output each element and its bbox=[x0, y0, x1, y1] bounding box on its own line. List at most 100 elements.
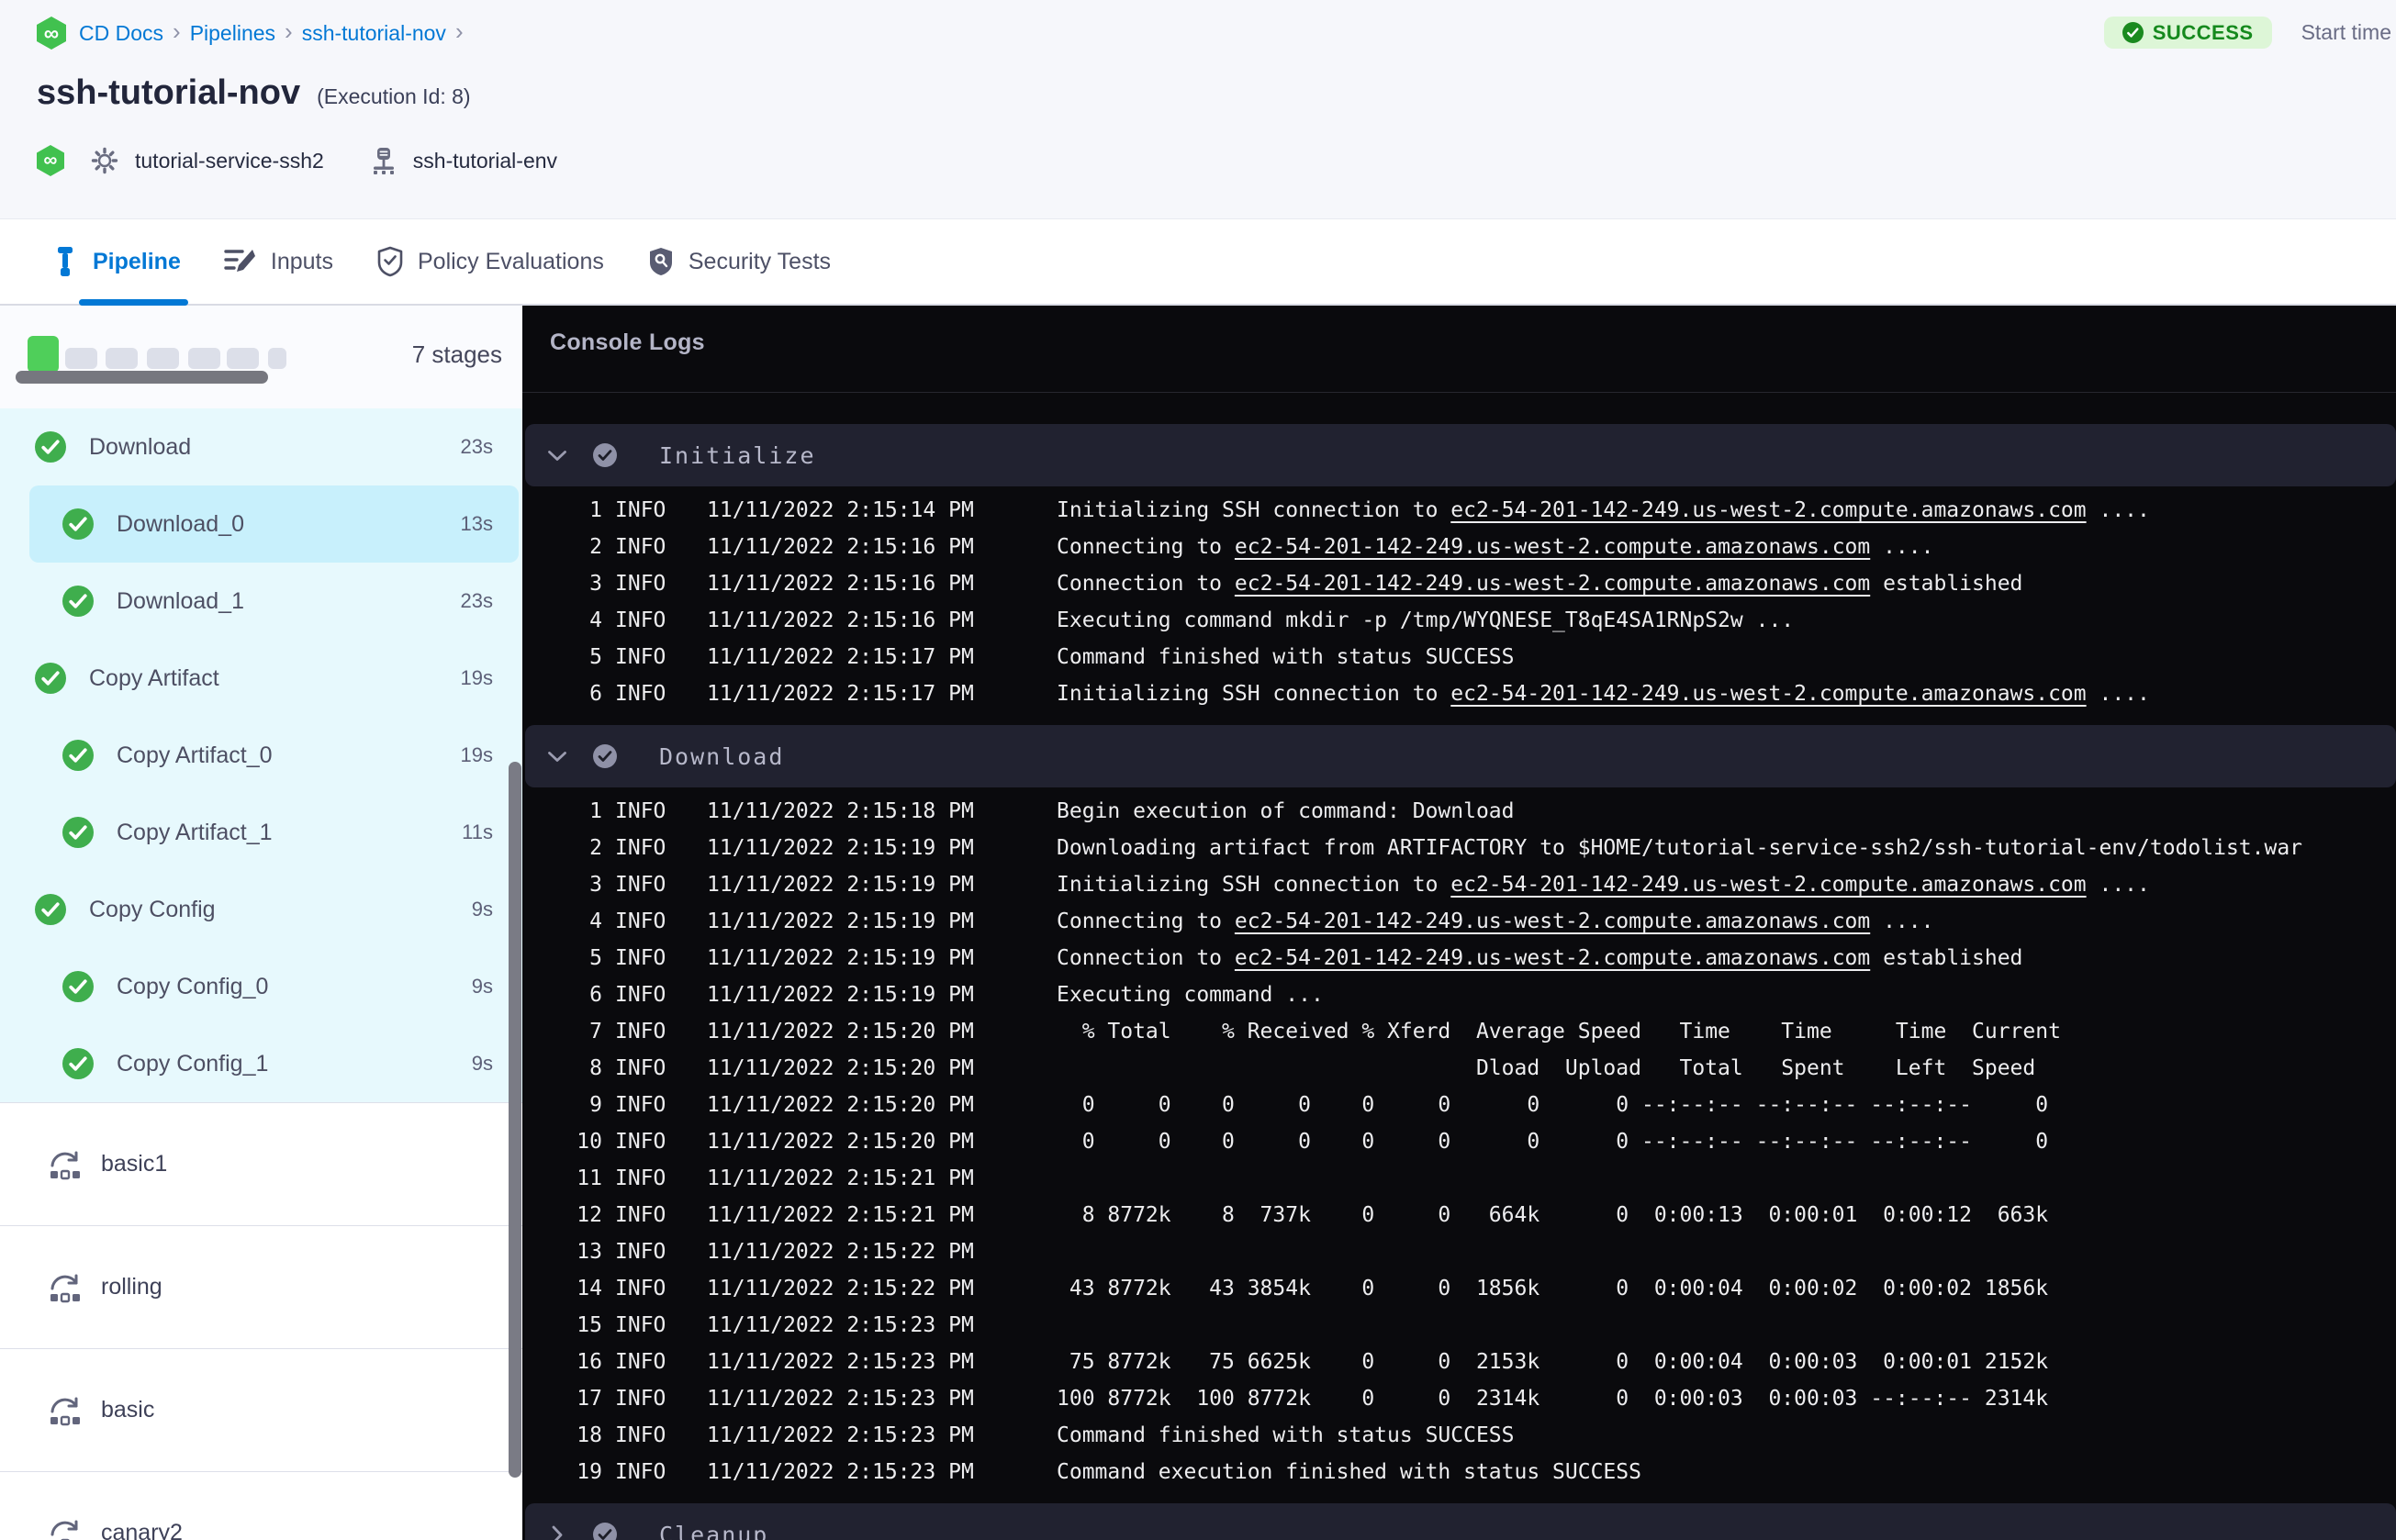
service-name[interactable]: tutorial-service-ssh2 bbox=[135, 149, 324, 173]
stage-item-copy-config-0[interactable]: Copy Config_0 9s bbox=[0, 948, 522, 1025]
log-timestamp: 11/11/2022 2:15:18 PM bbox=[707, 799, 974, 823]
log-host-link[interactable]: ec2-54-201-142-249.us-west-2.compute.ama… bbox=[1235, 535, 1870, 559]
stage-item-canary2[interactable]: canary2 bbox=[0, 1471, 522, 1540]
content-area: 7 stages Download 23s Download_0 13s Downloa… bbox=[0, 306, 2396, 1540]
log-section-header-cleanup[interactable]: Cleanup bbox=[525, 1503, 2396, 1540]
log-timestamp: 11/11/2022 2:15:23 PM bbox=[707, 1313, 974, 1337]
stage-item-copy-config-1[interactable]: Copy Config_1 9s bbox=[0, 1025, 522, 1102]
log-timestamp: 11/11/2022 2:15:14 PM bbox=[707, 498, 974, 522]
log-timestamp: 11/11/2022 2:15:22 PM bbox=[707, 1240, 974, 1264]
stage-duration: 11s bbox=[462, 820, 493, 843]
log-timestamp: 11/11/2022 2:15:19 PM bbox=[707, 946, 974, 970]
log-timestamp: 11/11/2022 2:15:16 PM bbox=[707, 535, 974, 559]
stage-item-copy-artifact[interactable]: Copy Artifact 19s bbox=[0, 640, 522, 717]
stage-progress-block bbox=[65, 348, 97, 369]
breadcrumb-link[interactable]: Pipelines bbox=[190, 21, 275, 46]
stage-strip-scrollbar[interactable] bbox=[16, 371, 268, 384]
log-timestamp: 11/11/2022 2:15:16 PM bbox=[707, 608, 974, 632]
chevron-right-icon: › bbox=[173, 17, 181, 45]
log-host-link[interactable]: ec2-54-201-142-249.us-west-2.compute.ama… bbox=[1450, 682, 2086, 706]
log-text: Connecting to bbox=[1057, 909, 1235, 933]
tab-pipeline[interactable]: Pipeline bbox=[51, 219, 188, 306]
log-text: Command finished with status SUCCESS bbox=[1057, 645, 1515, 669]
sidebar-scrollbar[interactable] bbox=[509, 762, 521, 1478]
stage-name: Download bbox=[89, 433, 192, 460]
log-section-header-initialize[interactable]: Initialize bbox=[525, 424, 2396, 486]
log-host-link[interactable]: ec2-54-201-142-249.us-west-2.compute.ama… bbox=[1450, 498, 2086, 522]
chevron-down-icon bbox=[547, 450, 567, 462]
log-timestamp: 11/11/2022 2:15:22 PM bbox=[707, 1277, 974, 1300]
log-line: 1 INFO 11/11/2022 2:15:14 PM Initializing S… bbox=[525, 492, 2396, 529]
log-line: 12 INFO 11/11/2022 2:15:21 PM 8 8772k 8 73… bbox=[525, 1197, 2396, 1233]
stage-item-copy-config[interactable]: Copy Config 9s bbox=[0, 871, 522, 948]
breadcrumb-link[interactable]: ssh-tutorial-nov bbox=[302, 21, 446, 46]
log-section-header-download[interactable]: Download bbox=[525, 725, 2396, 787]
log-line-number: 5 bbox=[589, 946, 602, 970]
stages-summary: 7 stages bbox=[0, 306, 522, 408]
log-message: Initializing SSH connection to ec2-54-20… bbox=[1045, 873, 2150, 897]
log-host-link[interactable]: ec2-54-201-142-249.us-west-2.compute.ama… bbox=[1235, 909, 1870, 933]
log-timestamp: 11/11/2022 2:15:17 PM bbox=[707, 682, 974, 706]
log-level: INFO bbox=[615, 645, 666, 669]
stage-item-copy-artifact-1[interactable]: Copy Artifact_1 11s bbox=[0, 794, 522, 871]
stage-duration: 23s bbox=[460, 589, 493, 612]
log-line: 17 INFO 11/11/2022 2:15:23 PM 100 8772k 100… bbox=[525, 1380, 2396, 1417]
log-message: Connection to ec2-54-201-142-249.us-west… bbox=[1045, 946, 2022, 970]
environment-icon bbox=[370, 146, 397, 175]
log-timestamp: 11/11/2022 2:15:20 PM bbox=[707, 1056, 974, 1080]
log-message: Connecting to ec2-54-201-142-249.us-west… bbox=[1045, 535, 1933, 559]
breadcrumb-link[interactable]: CD Docs bbox=[79, 21, 163, 46]
log-level: INFO bbox=[615, 1166, 666, 1190]
stage-name: Copy Config_0 bbox=[117, 973, 269, 999]
log-text: Command finished with status SUCCESS bbox=[1057, 1423, 1515, 1447]
log-text: % Total % Received % Xferd Average Speed… bbox=[1057, 1020, 2061, 1043]
log-line-number: 8 bbox=[589, 1056, 602, 1080]
stage-progress-block bbox=[268, 348, 286, 369]
log-text: 0 0 0 0 0 0 0 0 --:--:-- --:--:-- --:--:… bbox=[1057, 1093, 2049, 1117]
log-host-link[interactable]: ec2-54-201-142-249.us-west-2.compute.ama… bbox=[1235, 572, 1870, 596]
log-host-link[interactable]: ec2-54-201-142-249.us-west-2.compute.ama… bbox=[1235, 946, 1870, 970]
status-badge-label: SUCCESS bbox=[2152, 20, 2254, 44]
stage-name: Download_1 bbox=[117, 587, 244, 614]
policy-shield-icon bbox=[376, 246, 404, 277]
stage-item-copy-artifact-0[interactable]: Copy Artifact_0 19s bbox=[0, 717, 522, 794]
log-line-number: 16 bbox=[577, 1350, 602, 1374]
log-level: INFO bbox=[615, 1423, 666, 1447]
collapsed-stage-list: basic1 rolling basic canary2 bbox=[0, 1102, 522, 1540]
environment-name[interactable]: ssh-tutorial-env bbox=[413, 149, 557, 173]
log-line: 18 INFO 11/11/2022 2:15:23 PM Command finis… bbox=[525, 1417, 2396, 1454]
tab-inputs[interactable]: Inputs bbox=[224, 219, 333, 304]
stage-item-download-0[interactable]: Download_0 13s bbox=[0, 485, 522, 563]
stage-item-download-1[interactable]: Download_1 23s bbox=[0, 563, 522, 640]
log-line-number: 15 bbox=[577, 1313, 602, 1337]
tab-label: Policy Evaluations bbox=[417, 248, 604, 274]
success-check-icon bbox=[2122, 22, 2144, 43]
tab-security-tests[interactable]: Security Tests bbox=[647, 219, 831, 304]
log-text: Command execution finished with status S… bbox=[1057, 1460, 1641, 1484]
log-line-number: 1 bbox=[589, 799, 602, 823]
tab-policy-evaluations[interactable]: Policy Evaluations bbox=[376, 219, 604, 304]
pipeline-icon bbox=[51, 246, 79, 277]
log-message: Dload Upload Total Spent Left Speed bbox=[1045, 1056, 2035, 1080]
log-line: 5 INFO 11/11/2022 2:15:19 PM Connection to … bbox=[525, 940, 2396, 976]
log-line-number: 9 bbox=[589, 1093, 602, 1117]
log-lines: 1 INFO 11/11/2022 2:15:14 PM Initializing S… bbox=[525, 486, 2396, 718]
log-line-number: 3 bbox=[589, 873, 602, 897]
log-line: 11 INFO 11/11/2022 2:15:21 PM bbox=[525, 1160, 2396, 1197]
stage-success-check-icon bbox=[35, 663, 66, 694]
security-shield-icon bbox=[647, 246, 675, 277]
step-success-check-icon bbox=[593, 443, 617, 467]
stage-item-basic1[interactable]: basic1 bbox=[0, 1102, 522, 1225]
log-host-link[interactable]: ec2-54-201-142-249.us-west-2.compute.ama… bbox=[1450, 873, 2086, 897]
rolling-deploy-icon bbox=[48, 1148, 83, 1181]
stage-item-download[interactable]: Download 23s bbox=[0, 408, 522, 485]
stage-item-basic[interactable]: basic bbox=[0, 1348, 522, 1471]
pipeline-execution-page: ∞ CD Docs › Pipelines › ssh-tutorial-nov › SU… bbox=[0, 0, 2396, 1540]
cd-module-icon: ∞ bbox=[37, 145, 64, 176]
stage-item-rolling[interactable]: rolling bbox=[0, 1225, 522, 1348]
log-timestamp: 11/11/2022 2:15:16 PM bbox=[707, 572, 974, 596]
log-message: 75 8772k 75 6625k 0 0 2153k 0 0:00:04 0:… bbox=[1045, 1350, 2048, 1374]
stage-duration: 13s bbox=[460, 512, 493, 535]
stage-name: Download_0 bbox=[117, 510, 244, 537]
page-header: ∞ CD Docs › Pipelines › ssh-tutorial-nov › SU… bbox=[0, 0, 2396, 218]
